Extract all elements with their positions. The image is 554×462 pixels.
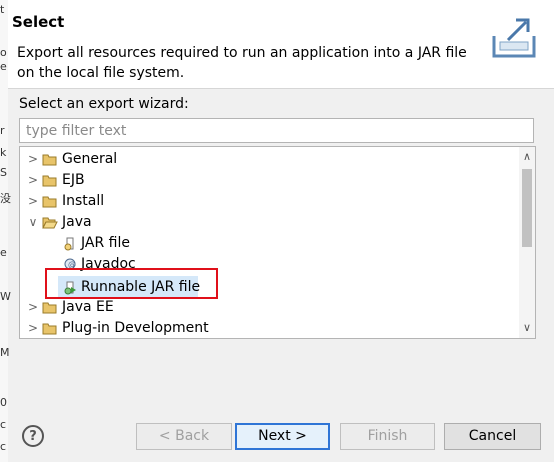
tree-item-label: JAR file <box>81 235 130 251</box>
folder-icon <box>42 154 57 166</box>
background-window-edge: toe rkS 没eW M0cc <box>0 0 11 462</box>
chevron-right-icon[interactable]: > <box>26 297 40 318</box>
tree-item-plug-in-development[interactable]: > Plug-in Development <box>20 318 500 338</box>
scroll-down-icon[interactable]: ∨ <box>519 320 535 336</box>
folder-open-icon <box>42 217 58 229</box>
chevron-right-icon[interactable]: > <box>26 149 40 170</box>
folder-icon <box>42 323 57 335</box>
folder-icon <box>42 302 57 314</box>
wizard-tree[interactable]: > General > EJB > Install ∨ Java JAR fil… <box>19 146 536 339</box>
tree-item-label: Install <box>62 193 105 209</box>
tree-scrollbar[interactable]: ∧ ∨ <box>519 147 535 338</box>
chevron-right-icon[interactable]: > <box>26 191 40 212</box>
export-wizard-icon <box>492 18 536 58</box>
tree-item-label: EJB <box>62 172 85 188</box>
tree-item-ejb[interactable]: > EJB <box>20 170 500 191</box>
wizard-label: Select an export wizard: <box>19 96 189 112</box>
chevron-down-icon[interactable]: ∨ <box>26 212 40 233</box>
finish-button[interactable]: Finish <box>340 423 435 450</box>
tree-item-java-ee[interactable]: > Java EE <box>20 297 500 318</box>
dialog-description: Export all resources required to run an … <box>17 45 467 81</box>
jar-file-icon <box>64 237 74 251</box>
tree-item-label: Java <box>62 214 92 230</box>
folder-icon <box>42 175 57 187</box>
help-icon[interactable]: ? <box>22 425 44 447</box>
dialog-title: Select <box>12 13 65 31</box>
tree-item-java[interactable]: ∨ Java <box>20 212 500 233</box>
next-button[interactable]: Next > <box>235 423 330 450</box>
tree-item-jar-file[interactable]: JAR file <box>20 233 500 254</box>
scroll-up-icon[interactable]: ∧ <box>519 149 535 165</box>
scrollbar-thumb[interactable] <box>522 169 532 247</box>
tree-item-install[interactable]: > Install <box>20 191 500 212</box>
highlight-annotation-box <box>45 268 218 299</box>
tree-item-label: Java EE <box>62 299 114 315</box>
folder-icon <box>42 196 57 208</box>
tree-item-label: Plug-in Development <box>62 320 209 336</box>
chevron-right-icon[interactable]: > <box>26 170 40 191</box>
cancel-button[interactable]: Cancel <box>444 423 541 450</box>
chevron-right-icon[interactable]: > <box>26 318 40 338</box>
back-button[interactable]: < Back <box>136 423 232 450</box>
filter-input[interactable] <box>19 118 534 143</box>
tree-item-general[interactable]: > General <box>20 149 500 170</box>
tree-item-label: General <box>62 151 118 167</box>
dialog-header: Select Export all resources required to … <box>8 0 554 89</box>
